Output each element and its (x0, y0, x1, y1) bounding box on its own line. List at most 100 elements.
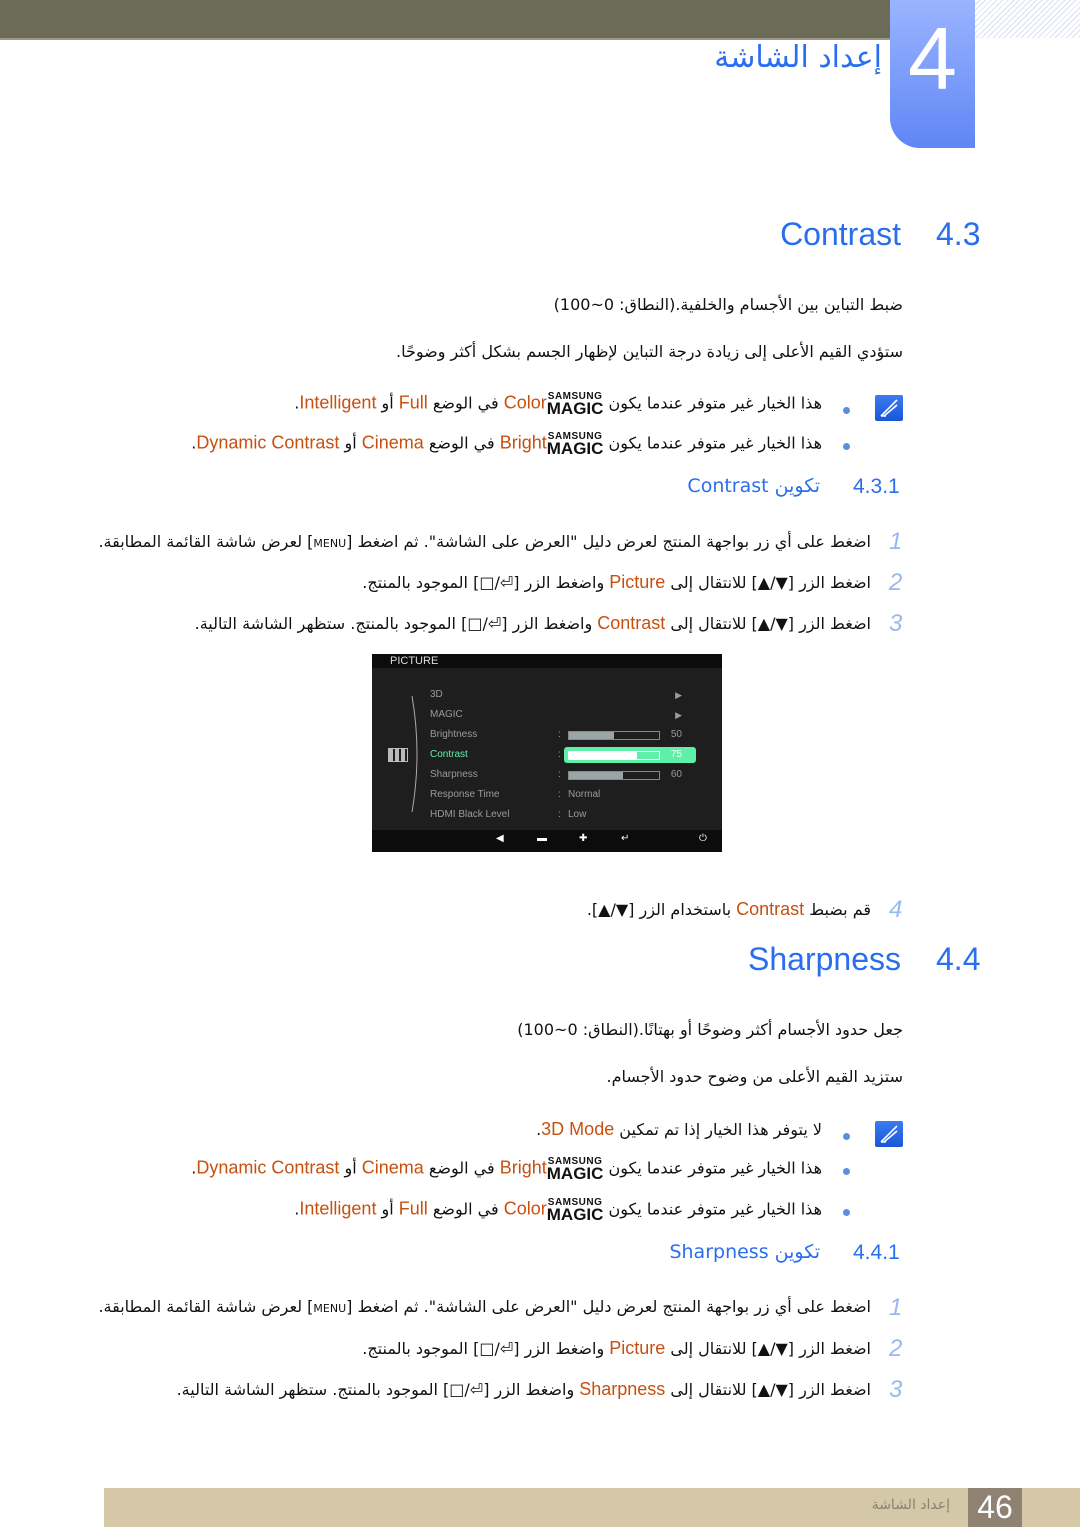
highlighted-term: Color (503, 1198, 547, 1219)
header-bar (0, 0, 890, 40)
osd-slider[interactable] (568, 771, 660, 780)
note-icon (875, 395, 903, 421)
section-title: Sharpness (748, 941, 901, 977)
key-label: MENU (313, 1302, 347, 1315)
highlighted-term: Contrast (597, 613, 666, 633)
section-number: 4.3 (936, 216, 981, 252)
step-text: اضغط الزر [▼/▲] للانتقال إلى Sharpness و… (177, 1379, 871, 1400)
note-item: هذا الخيار غير متوفر عندما يكون SAMSUNG M… (191, 431, 822, 458)
highlighted-term: Intelligent (299, 392, 377, 413)
osd-item-label: MAGIC (430, 709, 463, 720)
osd-slider[interactable] (568, 751, 660, 760)
samsung-magic-logo: SAMSUNG MAGIC (546, 1156, 604, 1183)
text-segment: ] لعرض شاشة القائمة المطابقة. (98, 1297, 314, 1316)
step-text: اضغط الزر [▼/▲] للانتقال إلى Contrast وا… (195, 613, 871, 634)
step-number: 4 (889, 896, 903, 923)
power-icon: ⏻ (699, 833, 707, 844)
samsung-magic-logo: SAMSUNG MAGIC (546, 391, 604, 418)
highlighted-term: Sharpness (579, 1379, 666, 1399)
step-text: اضغط الزر [▼/▲] للانتقال إلى Picture واض… (362, 1338, 871, 1359)
osd-slider-value: 75 (670, 749, 682, 760)
step-number: 1 (889, 1294, 903, 1321)
text-segment: هذا الخيار غير متوفر عندما يكون (603, 393, 822, 413)
osd-slider[interactable] (568, 731, 660, 740)
highlighted-term: Picture (609, 1338, 666, 1358)
chapter-tab: 4 (890, 0, 975, 148)
highlighted-term: Bright (499, 1157, 547, 1178)
osd-item-magic[interactable]: MAGIC ▶ (430, 706, 710, 724)
text-segment: اضغط الزر [▼/▲] للانتقال إلى (665, 573, 871, 592)
osd-button-bar: ◀ ▬ ✚ ↵ ⏻ (372, 830, 722, 852)
minus-icon: ▬ (537, 833, 547, 844)
text-segment: واضغط الزر [⏎/□] الموجود بالمنتج. (362, 573, 610, 592)
subsection-title: تكوين Sharpness (669, 1241, 820, 1263)
header-hatch (975, 0, 1080, 38)
page-number: 46 (968, 1488, 1022, 1527)
text-segment: اضغط على أي زر بواجهة المنتج لعرض دليل "… (346, 532, 871, 551)
osd-item-label: Contrast (430, 749, 468, 760)
footer-chapter-title: إعداد الشاشة (871, 1497, 950, 1513)
paragraph: ستؤدي القيم الأعلى إلى زيادة درجة التباي… (396, 342, 903, 361)
text-segment: أو (376, 393, 399, 413)
osd-item-label: Brightness (430, 729, 478, 740)
highlighted-term: Cinema (361, 1157, 424, 1178)
bullet (843, 407, 850, 414)
text-segment: هذا الخيار غير متوفر عندما يكون (603, 1158, 822, 1178)
osd-menu-screenshot: PICTURE 3D ▶ MAGIC ▶ Brightness: 50 Contrast: 7… (372, 654, 722, 852)
osd-title: PICTURE (372, 654, 722, 668)
note-icon (875, 1121, 903, 1147)
chevron-right-icon: ▶ (675, 690, 682, 700)
step-number: 2 (889, 569, 903, 596)
step-number: 3 (889, 1376, 903, 1403)
osd-item-value: Low (568, 809, 587, 820)
osd-arc (411, 695, 418, 813)
highlighted-term: Intelligent (299, 1198, 377, 1219)
text-segment: في الوضع (423, 1158, 500, 1178)
osd-item-value: Normal (568, 789, 601, 800)
step-text: اضغط على أي زر بواجهة المنتج لعرض دليل "… (98, 532, 871, 551)
text-segment: هذا الخيار غير متوفر عندما يكون (603, 1199, 822, 1219)
osd-slider-value: 60 (670, 769, 682, 780)
osd-colon: : (558, 789, 561, 800)
bullet (843, 443, 850, 450)
osd-item-label: HDMI Black Level (430, 809, 510, 820)
section-title: Contrast (780, 216, 901, 252)
text-segment: في الوضع (427, 1199, 504, 1219)
osd-item-contrast[interactable]: Contrast: 75 (430, 746, 710, 764)
note-item: لا يتوفر هذا الخيار إذا تم تمكين 3D Mode… (536, 1119, 822, 1140)
osd-item-response-time[interactable]: Response Time: Normal (430, 786, 710, 804)
note-item: هذا الخيار غير متوفر عندما يكون SAMSUNG M… (191, 1156, 822, 1183)
text-segment: اضغط الزر [▼/▲] للانتقال إلى (665, 1380, 871, 1399)
text-segment: ستؤدي القيم الأعلى إلى زيادة درجة التباي… (396, 342, 903, 361)
text-segment: في الوضع (423, 433, 500, 453)
bullet (843, 1209, 850, 1216)
step-text: اضغط على أي زر بواجهة المنتج لعرض دليل "… (98, 1297, 871, 1316)
osd-colon: : (558, 749, 561, 760)
osd-slider-value: 50 (670, 729, 682, 740)
text-segment: أو (339, 1158, 362, 1178)
text-segment: ضبط التباين بين الأجسام والخلفية.(النطاق… (553, 295, 903, 314)
paragraph: ستزيد القيم الأعلى من وضوح حدود الأجسام. (607, 1067, 903, 1086)
manual-page: 4 إعداد الشاشة 4.3 Contrast ضبط التباين … (0, 0, 1080, 1527)
text-segment: واضغط الزر [⏎/□] الموجود بالمنتج. ستظهر … (194, 614, 598, 633)
osd-item-brightness[interactable]: Brightness: 50 (430, 726, 710, 744)
text-segment: أو (339, 433, 362, 453)
text-segment: اضغط الزر [▼/▲] للانتقال إلى (665, 1339, 871, 1358)
osd-colon: : (558, 769, 561, 780)
osd-item-hdmi-black-level[interactable]: HDMI Black Level: Low (430, 806, 710, 824)
plus-icon: ✚ (579, 833, 588, 844)
highlighted-term: Full (398, 392, 428, 413)
osd-item-label: Sharpness (430, 769, 478, 780)
osd-item-sharpness[interactable]: Sharpness: 60 (430, 766, 710, 784)
samsung-magic-logo: SAMSUNG MAGIC (546, 431, 604, 458)
highlighted-term: Picture (609, 572, 666, 592)
enter-icon: ↵ (621, 833, 630, 844)
samsung-magic-logo: SAMSUNG MAGIC (546, 1197, 604, 1224)
picture-menu-icon (388, 748, 408, 762)
osd-item-3d[interactable]: 3D ▶ (430, 686, 710, 704)
chapter-title: إعداد الشاشة (714, 40, 882, 75)
text-segment: قم بضبط (804, 900, 871, 919)
step-number: 1 (889, 528, 903, 555)
left-icon: ◀ (496, 833, 504, 844)
text-segment: في الوضع (427, 393, 504, 413)
